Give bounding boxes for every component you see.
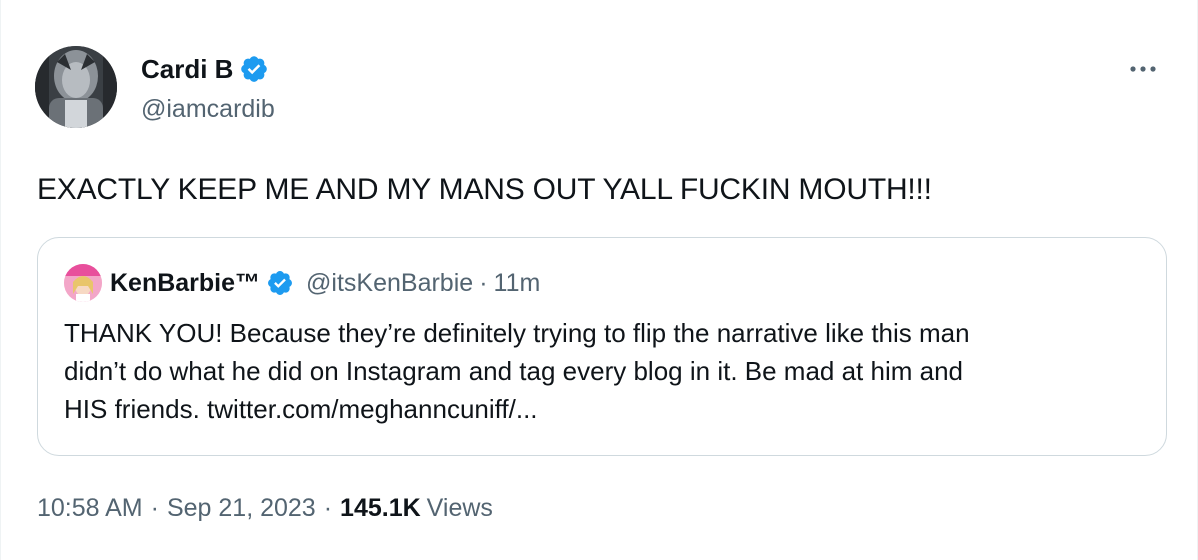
tweet-container: Cardi B @iamcardib EXACTLY KEEP ME AND M…: [0, 0, 1198, 560]
avatar-image: [35, 46, 117, 128]
quoted-author-handle[interactable]: @itsKenBarbie: [306, 269, 473, 298]
tweet-time[interactable]: 10:58 AM: [37, 490, 143, 526]
quoted-tweet-card[interactable]: KenBarbie™ @itsKenBarbie · 11m THANK YOU…: [37, 237, 1167, 456]
separator-dot: ·: [479, 268, 488, 297]
author-display-name[interactable]: Cardi B: [141, 52, 269, 86]
quoted-author-name[interactable]: KenBarbie™: [110, 269, 260, 298]
more-horizontal-icon[interactable]: [1121, 54, 1165, 84]
tweet-date[interactable]: Sep 21, 2023: [167, 490, 316, 526]
tweet-text: EXACTLY KEEP ME AND MY MANS OUT YALL FUC…: [37, 173, 932, 206]
views-label[interactable]: Views: [427, 490, 493, 526]
author-avatar[interactable]: [35, 46, 117, 128]
quoted-text-line: THANK YOU! Because they’re definitely tr…: [64, 318, 970, 348]
quoted-text-line: didn’t do what he did on Instagram and t…: [64, 356, 963, 386]
quoted-tweet-text: THANK YOU! Because they’re definitely tr…: [64, 314, 1154, 428]
quoted-tweet-header: KenBarbie™ @itsKenBarbie · 11m: [110, 264, 540, 302]
separator-dot: ·: [150, 494, 159, 522]
separator-dot: ·: [323, 494, 333, 522]
author-name-text[interactable]: Cardi B: [141, 52, 233, 86]
verified-badge-icon[interactable]: [239, 54, 269, 84]
tweet-meta: 10:58 AM · Sep 21, 2023 · 145.1K Views: [37, 490, 493, 526]
quoted-tweet-time[interactable]: 11m: [494, 269, 541, 298]
views-count[interactable]: 145.1K: [340, 490, 421, 526]
verified-badge-icon[interactable]: [266, 269, 294, 297]
quoted-avatar-image: [64, 264, 102, 302]
quoted-author-avatar[interactable]: [64, 264, 102, 302]
author-handle[interactable]: @iamcardib: [141, 92, 275, 126]
quoted-text-line: HIS friends. twitter.com/meghanncuniff/.…: [64, 394, 538, 424]
